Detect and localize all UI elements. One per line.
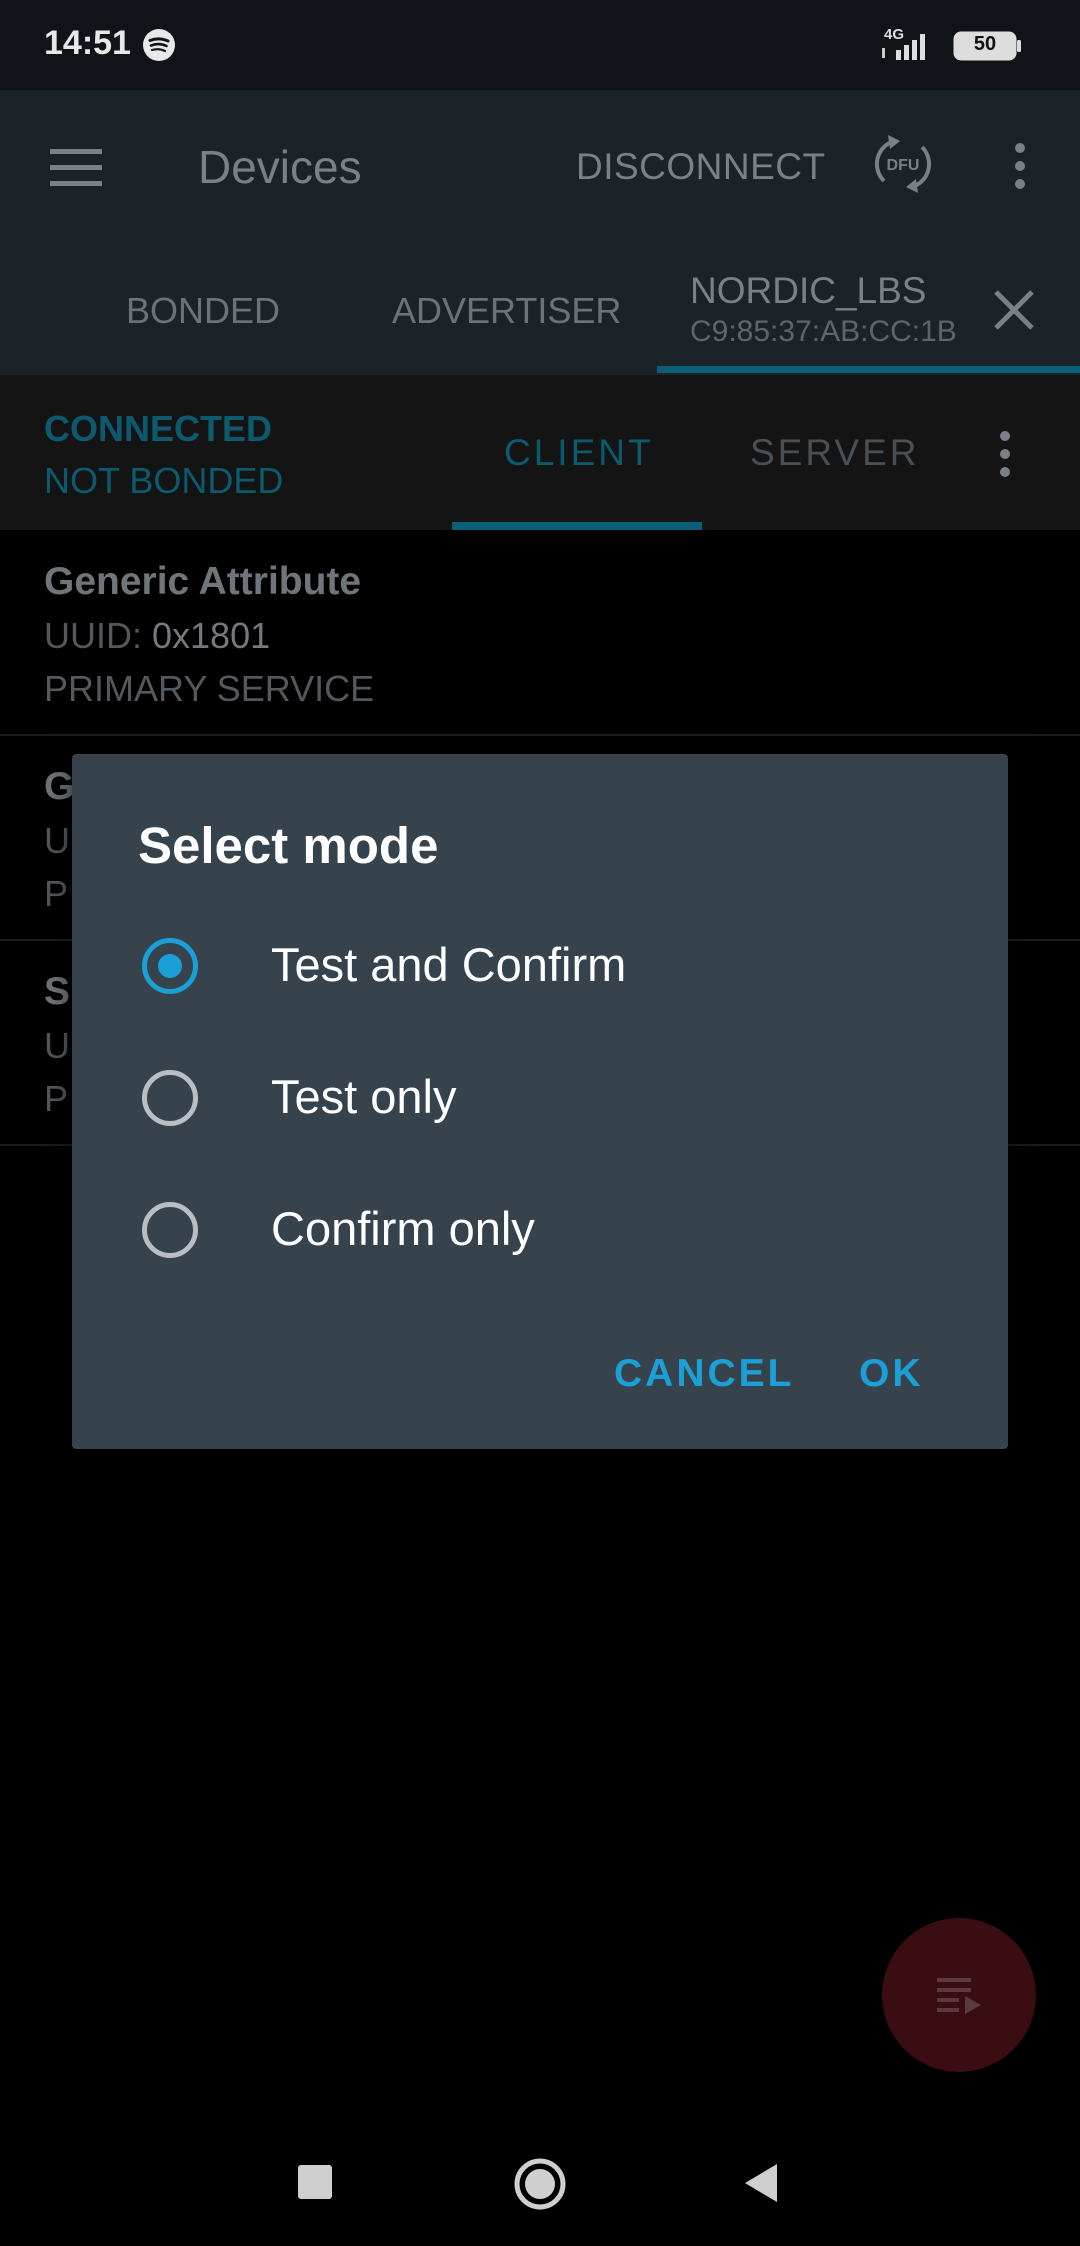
tab-server[interactable]: SERVER xyxy=(750,432,920,474)
list-item[interactable]: Generic Attribute UUID: 0x1801 PRIMARY S… xyxy=(0,530,1080,736)
connection-status: CONNECTED xyxy=(44,408,273,449)
service-name: Generic Attribute xyxy=(44,560,362,603)
uuid-label: U xyxy=(44,820,70,861)
radio-test-only[interactable] xyxy=(142,1070,198,1126)
tab-advertiser[interactable]: ADVERTISER xyxy=(392,290,621,332)
more-vert-icon[interactable] xyxy=(985,428,1025,480)
radio-test-and-confirm[interactable] xyxy=(142,938,198,994)
service-type: P xyxy=(44,873,69,914)
page-title: Devices xyxy=(198,141,362,193)
service-uuid: U xyxy=(44,820,70,862)
battery-level-text: 50 xyxy=(973,33,997,55)
client-tab-indicator xyxy=(452,522,702,530)
dfu-icon[interactable]: DFU xyxy=(874,133,932,195)
service-name: S xyxy=(44,970,71,1013)
status-time: 14:51 xyxy=(44,24,131,62)
service-type: PRIMARY SERVICE xyxy=(44,668,375,709)
tab-bonded[interactable]: BONDED xyxy=(126,290,280,332)
service-type: P xyxy=(44,1078,69,1119)
ok-button[interactable]: OK xyxy=(859,1352,924,1396)
triangle-back-icon[interactable] xyxy=(741,2160,781,2206)
circle-icon[interactable] xyxy=(513,2157,567,2211)
close-icon[interactable] xyxy=(992,288,1036,332)
tab-client[interactable]: CLIENT xyxy=(504,432,654,474)
dialog-title: Select mode xyxy=(138,817,439,874)
option-test-only[interactable]: Test only xyxy=(271,1069,456,1124)
signal-icon xyxy=(882,34,925,60)
service-name: G xyxy=(44,765,75,808)
option-confirm-only[interactable]: Confirm only xyxy=(271,1201,535,1256)
tab-device-mac: C9:85:37:AB:CC:1B xyxy=(690,315,957,348)
log-list-icon xyxy=(937,1978,981,2014)
tab-device-name[interactable]: NORDIC_LBS xyxy=(690,270,926,312)
more-vert-icon[interactable] xyxy=(1000,140,1040,192)
uuid-value: 0x1801 xyxy=(152,615,271,656)
disconnect-button[interactable]: DISCONNECT xyxy=(576,146,826,188)
radio-confirm-only[interactable] xyxy=(142,1202,198,1258)
service-uuid: UUID: 0x1801 xyxy=(44,615,270,657)
service-uuid: U xyxy=(44,1025,70,1067)
uuid-label: UUID: xyxy=(44,615,142,656)
cancel-button[interactable]: CANCEL xyxy=(614,1352,795,1396)
spotify-icon xyxy=(143,29,175,61)
option-test-and-confirm[interactable]: Test and Confirm xyxy=(271,937,626,992)
status-bar: 14:51 4G 50 xyxy=(0,0,1080,90)
dfu-icon-text: DFU xyxy=(887,157,920,174)
device-tab-indicator xyxy=(657,366,1080,373)
uuid-label: U xyxy=(44,1025,70,1066)
menu-icon[interactable] xyxy=(48,145,104,191)
square-icon[interactable] xyxy=(298,2165,332,2199)
bond-status: NOT BONDED xyxy=(44,460,284,501)
